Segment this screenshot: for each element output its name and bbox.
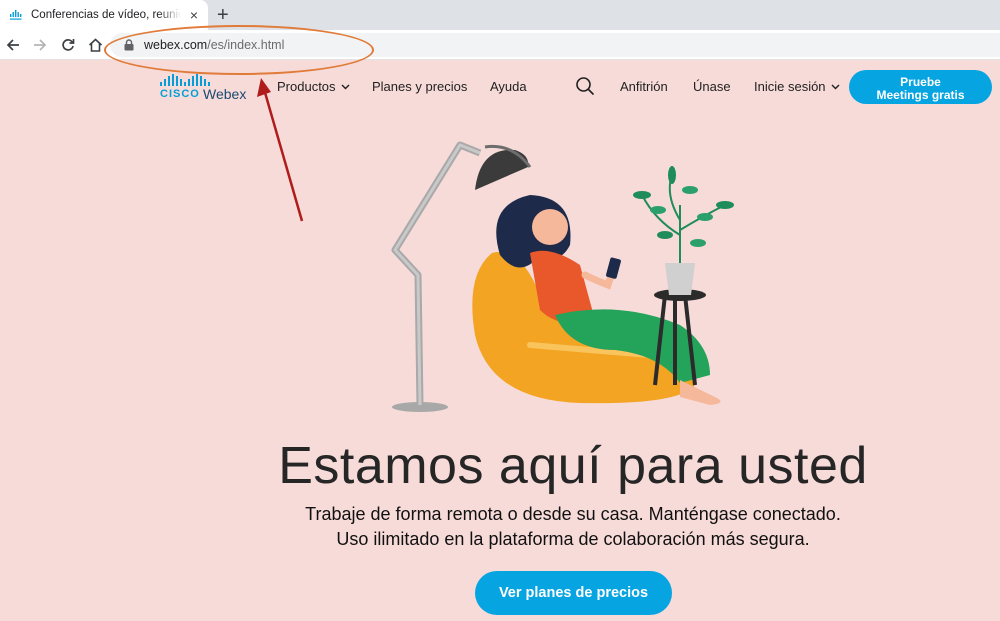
tab-close-icon[interactable]: × — [190, 7, 198, 23]
chevron-down-icon — [831, 84, 840, 89]
logo-webex-text: Webex — [203, 86, 247, 102]
nav-item-anfitrion[interactable]: Anfitrión — [620, 79, 668, 94]
nav-item-planes[interactable]: Planes y precios — [372, 79, 467, 94]
back-arrow-icon[interactable] — [4, 36, 22, 54]
new-tab-button[interactable]: + — [217, 4, 229, 26]
nav-item-label: Anfitrión — [620, 79, 668, 94]
annotation-arrow-icon — [257, 78, 304, 222]
hero-subtitle-line2: Uso ilimitado en la plataforma de colabo… — [336, 529, 810, 549]
hero-subtitle: Trabaje de forma remota o desde su casa.… — [0, 502, 1000, 552]
try-meetings-free-button[interactable]: Pruebe Meetings gratis — [849, 70, 992, 104]
cisco-bars-icon — [160, 74, 210, 86]
hero-illustration — [391, 141, 734, 412]
logo-cisco-text: CISCO — [160, 88, 200, 100]
forward-arrow-icon[interactable] — [31, 36, 49, 54]
tab-title: Conferencias de vídeo, reuniones en líne… — [31, 9, 181, 21]
annotation-ellipse — [104, 25, 374, 75]
nav-item-label: Únase — [693, 79, 731, 94]
hero-title: Estamos aquí para usted — [278, 437, 868, 495]
hero-subtitle-line1: Trabaje de forma remota o desde su casa.… — [305, 504, 841, 524]
nav-item-label: Ayuda — [490, 79, 527, 94]
home-icon[interactable] — [86, 36, 104, 54]
nav-item-label: Planes y precios — [372, 79, 468, 94]
cisco-webex-logo[interactable]: CISCO Webex — [158, 74, 248, 104]
reload-icon[interactable] — [59, 36, 77, 54]
view-pricing-plans-button[interactable]: Ver planes de precios — [475, 571, 672, 615]
nav-item-ayuda[interactable]: Ayuda — [490, 79, 527, 94]
chevron-down-icon — [341, 84, 350, 89]
nav-item-inicie-sesion[interactable]: Inicie sesión — [754, 79, 840, 94]
nav-item-label: Inicie sesión — [754, 79, 826, 94]
cta-line2: Meetings gratis — [876, 88, 965, 102]
browser-tab[interactable]: Conferencias de vídeo, reuniones en líne… — [0, 0, 208, 30]
nav-item-unase[interactable]: Únase — [693, 79, 731, 94]
cisco-favicon-icon — [10, 8, 24, 22]
search-icon[interactable] — [575, 76, 595, 96]
browser-tabstrip: Conferencias de vídeo, reuniones en líne… — [0, 0, 1000, 30]
